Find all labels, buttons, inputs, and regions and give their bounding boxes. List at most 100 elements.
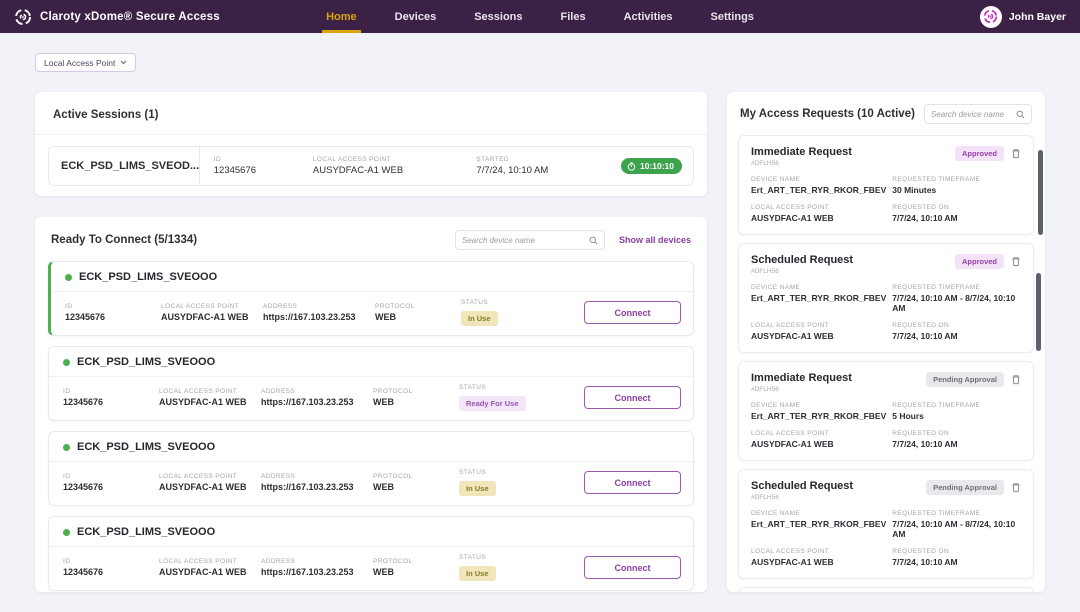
requested-timeframe-label: REQUESTED TIMEFRAME [892,510,981,517]
ready-to-connect-panel: Ready To Connect (5/1334) Show all devic… [35,217,707,592]
device-search-input[interactable] [461,235,589,245]
local-access-point-value: AUSYDFAC-A1 WEB [159,482,247,492]
nav-item[interactable]: Home [322,0,361,33]
device-name-label: DEVICE NAME [751,176,801,183]
request-type: Immediate Request [751,146,852,158]
status-badge: In Use [459,566,496,581]
local-access-point-label: LOCAL ACCESS POINT [751,430,830,437]
request-status-badge: Approved [954,146,1004,161]
requested-timeframe-value: 7/7/24, 10:10 AM - 8/7/24, 10:10 AM [892,293,1016,313]
request-type: Scheduled Request [751,254,854,266]
requested-timeframe-label: REQUESTED TIMEFRAME [892,284,981,291]
delete-request-button[interactable] [1011,256,1021,267]
nav-item[interactable]: Devices [391,0,441,33]
request-list: Immediate Request #DFLH56 Approved DEVIC… [727,135,1045,592]
request-status-badge: Pending Approval [926,372,1004,387]
user-menu[interactable]: John Bayer [979,0,1066,33]
id-label: ID [63,473,71,480]
nav-item-label: Sessions [474,10,523,23]
id-label: ID [65,303,73,310]
active-session-row: ECK_PSD_LIMS_SVEOD... ID 12345676 LOCAL … [48,146,694,186]
session-timer-badge: 10:10:10 [620,158,683,174]
local-access-point-dropdown[interactable]: Local Access Point [35,53,137,72]
access-request-card: Scheduled Request #DFLH56 Pending Approv… [738,469,1034,579]
connect-button[interactable]: Connect [584,386,681,409]
user-avatar [979,5,1002,28]
main-nav: Home Devices Sessions Files Activities S… [322,0,758,33]
device-name: ECK_PSD_LIMS_SVEOOO [77,356,216,368]
local-access-point-label: LOCAL ACCESS POINT [161,303,240,310]
show-all-devices-link[interactable]: Show all devices [619,235,691,245]
status-label: STATUS [459,554,487,561]
trash-icon [1011,482,1021,493]
device-name-value: Ert_ART_TER_RYR_RKOR_FBEV [751,519,887,529]
request-reference: #DFLH56 [751,268,779,275]
local-access-point-label: LOCAL ACCESS POINT [159,388,238,395]
local-access-point-label: LOCAL ACCESS POINT [159,558,238,565]
requested-on-value: 7/7/24, 10:10 AM [892,213,958,223]
online-status-dot-icon [65,273,72,281]
requested-on-label: REQUESTED ON [892,322,950,329]
device-fields: ID 12345676 LOCAL ACCESS POINT AUSYDFAC-… [49,547,693,590]
nav-item[interactable]: Activities [620,0,677,33]
device-fields: ID 12345676 LOCAL ACCESS POINT AUSYDFAC-… [49,462,693,505]
protocol-label: PROTOCOL [373,558,413,565]
started-label: STARTED [476,156,509,163]
device-card: ECK_PSD_LIMS_SVEOOO ID 12345676 LOCAL AC… [48,431,694,506]
local-access-point-label: LOCAL ACCESS POINT [159,473,238,480]
session-device-name: ECK_PSD_LIMS_SVEOD... [49,147,200,185]
connect-button[interactable]: Connect [584,556,681,579]
requested-timeframe-value: 5 Hours [892,411,924,421]
connect-button[interactable]: Connect [584,471,681,494]
delete-request-button[interactable] [1011,148,1021,159]
brand: Claroty xDome® Secure Access [0,0,220,33]
address-label: ADDRESS [261,558,296,565]
online-status-dot-icon [63,358,70,366]
address-label: ADDRESS [261,473,296,480]
local-access-point-value: AUSYDFAC-A1 WEB [159,567,247,577]
connect-button[interactable]: Connect [584,301,681,324]
device-fields: ID 12345676 LOCAL ACCESS POINT AUSYDFAC-… [51,292,693,335]
delete-request-button[interactable] [1011,482,1021,493]
nav-item[interactable]: Files [557,0,590,33]
local-access-point-value: AUSYDFAC-A1 WEB [751,213,834,223]
address-value: https://167.103.23.253 [261,397,354,407]
request-reference: #DFLH56 [751,386,779,393]
chevron-down-icon [120,60,127,65]
id-value: 12345676 [63,397,104,407]
nav-item[interactable]: Sessions [470,0,526,33]
address-label: ADDRESS [261,388,296,395]
protocol-value: WEB [375,312,396,322]
local-access-point-value: AUSYDFAC-A1 WEB [159,397,247,407]
address-label: ADDRESS [263,303,298,310]
request-search [924,104,1032,124]
trash-icon [1011,374,1021,385]
device-card: ECK_PSD_LIMS_SVEOOO ID 12345676 LOCAL AC… [48,346,694,421]
protocol-label: PROTOCOL [375,303,415,310]
request-search-input[interactable] [931,109,1016,119]
status-label: STATUS [459,384,487,391]
app-title: Claroty xDome® Secure Access [40,10,220,23]
device-list-scrollbar[interactable] [1036,273,1041,351]
requested-on-label: REQUESTED ON [892,204,950,211]
device-name-value: Ert_ART_TER_RYR_RKOR_FBEV [751,293,887,303]
ready-to-connect-title: Ready To Connect (5/1334) [51,234,198,246]
local-access-point-label: LOCAL ACCESS POINT [312,156,392,163]
nav-item-label: Activities [623,10,673,23]
status-label: STATUS [461,299,489,306]
device-name-label: DEVICE NAME [751,402,801,409]
status-badge: In Use [459,481,496,496]
requested-on-value: 7/7/24, 10:10 AM [892,331,958,341]
device-card-header: ECK_PSD_LIMS_SVEOOO [51,262,693,292]
requested-timeframe-value: 7/7/24, 10:10 AM - 8/7/24, 10:10 AM [892,519,1016,539]
nav-item-label: Devices [394,10,437,23]
requested-on-label: REQUESTED ON [892,430,950,437]
local-access-point-label: LOCAL ACCESS POINT [751,204,830,211]
delete-request-button[interactable] [1011,374,1021,385]
online-status-dot-icon [63,528,70,536]
nav-item[interactable]: Settings [707,0,758,33]
local-access-point-value: AUSYDFAC-A1 WEB [751,557,834,567]
request-reference: #DFLH56 [751,494,779,501]
request-list-scrollbar[interactable] [1038,150,1043,235]
id-value: 12345676 [63,567,104,577]
